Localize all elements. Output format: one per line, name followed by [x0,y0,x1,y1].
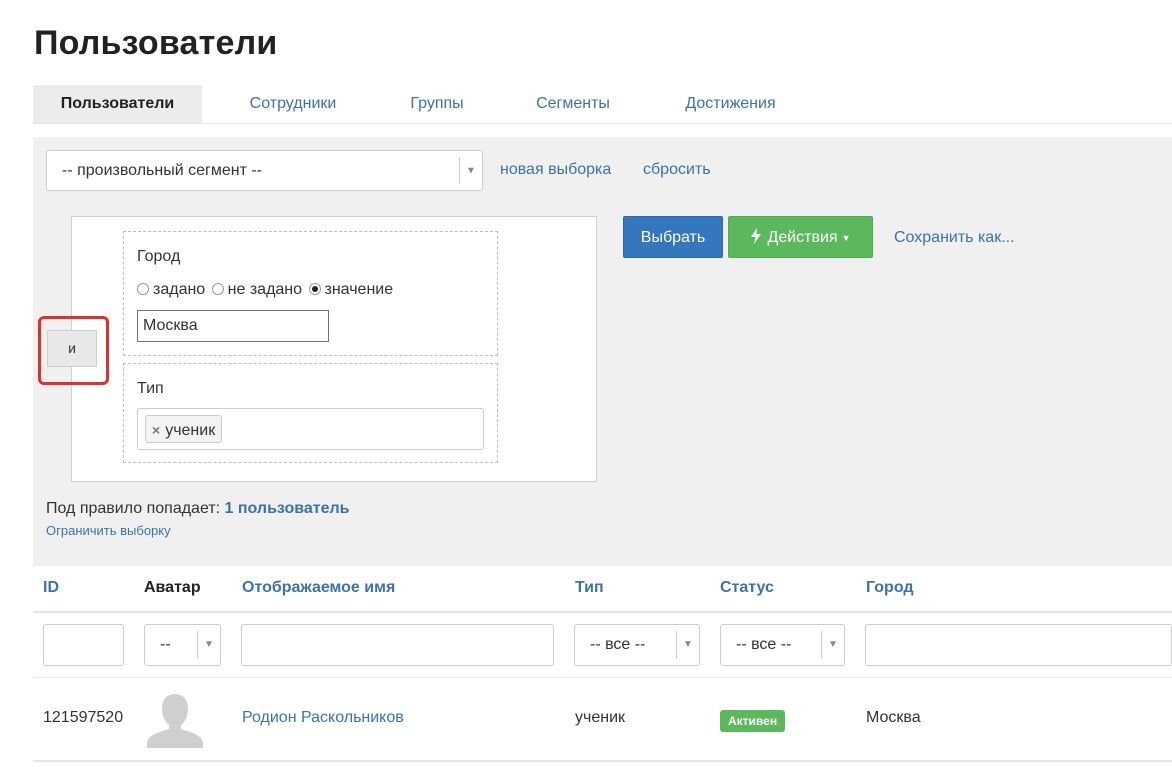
radio-option-value[interactable]: значение [308,281,394,298]
condition-city: Город задано не задано значение Москва [123,231,498,356]
type-tag: × ученик [145,415,223,443]
city-filter-input[interactable] [865,624,1172,666]
condition-type: Тип × ученик [123,363,498,463]
match-count-prefix: Под правило попадает: [46,500,221,517]
radio-label: значение [324,281,394,298]
status-filter-value: -- все -- [736,636,792,653]
row-divider [33,760,1172,762]
radio-label: не задано [227,281,303,298]
radio-option-set[interactable]: задано [137,281,205,298]
cell-type: ученик [575,709,626,726]
column-header-avatar: Аватар [144,579,201,596]
id-filter-input[interactable] [43,624,124,666]
page-title: Пользователи [34,24,278,62]
cell-user-name-link[interactable]: Родион Раскольников [242,709,404,727]
filter-panel: -- произвольный сегмент -- ▼ новая выбор… [33,137,1172,566]
user-avatar-placeholder-icon [147,694,203,748]
segment-select-value: -- произвольный сегмент -- [62,162,262,179]
reset-link[interactable]: сбросить [643,161,711,179]
radio-checked-icon [308,283,321,295]
radio-option-not-set[interactable]: не задано [211,281,303,298]
row-divider [33,677,1172,678]
cell-id: 121597520 [43,709,124,726]
tab-users[interactable]: Пользователи [33,85,202,123]
remove-tag-icon[interactable]: × [152,422,160,438]
tab-groups[interactable]: Группы [383,85,491,123]
tag-label: ученик [165,422,216,439]
segment-select[interactable]: -- произвольный сегмент -- ▼ [46,150,483,191]
actions-label: Действия [767,229,838,246]
condition-city-label: Город [137,248,181,265]
highlight-annotation [38,316,109,385]
column-header-city[interactable]: Город [866,579,914,597]
status-filter-select[interactable]: -- все -- ▼ [720,624,845,666]
caret-down-icon: ▼ [841,233,851,243]
status-badge: Активен [720,710,786,732]
lightning-icon [751,228,762,244]
radio-icon [137,283,149,295]
save-as-link[interactable]: Сохранить как... [894,229,1015,247]
city-value-input[interactable]: Москва [137,310,329,342]
name-filter-input[interactable] [241,624,554,666]
chevron-down-icon: ▼ [821,631,844,659]
city-radio-group: задано не задано значение [137,281,395,299]
tab-achievements[interactable]: Достижения [663,85,798,123]
type-tag-input[interactable]: × ученик [137,408,484,450]
radio-label: задано [153,281,206,298]
tab-employees[interactable]: Сотрудники [223,85,363,123]
chevron-down-icon: ▼ [459,157,482,184]
column-header-status[interactable]: Статус [720,579,774,597]
header-divider [33,611,1172,613]
avatar-filter-select[interactable]: -- ▼ [144,624,221,666]
match-count-link[interactable]: 1 пользователь [225,500,350,517]
chevron-down-icon: ▼ [197,631,220,659]
new-selection-link[interactable]: новая выборка [500,161,611,179]
type-filter-value: -- все -- [590,636,646,653]
rule-box: Город задано не задано значение Москва Т… [71,216,597,482]
match-count-text: Под правило попадает: 1 пользователь [46,500,350,518]
radio-icon [211,283,224,295]
select-button[interactable]: Выбрать [623,216,723,258]
tab-bar: Пользователи Сотрудники Группы Сегменты … [33,85,1172,124]
column-header-id[interactable]: ID [43,579,59,597]
actions-button[interactable]: Действия ▼ [728,216,873,258]
cell-city: Москва [866,709,921,726]
type-filter-select[interactable]: -- все -- ▼ [574,624,700,666]
column-header-name[interactable]: Отображаемое имя [242,579,395,597]
limit-selection-link[interactable]: Ограничить выборку [46,523,171,538]
tab-segments[interactable]: Сегменты [513,85,633,123]
chevron-down-icon: ▼ [676,631,699,659]
avatar-filter-value: -- [160,636,171,653]
condition-type-label: Тип [137,380,164,397]
column-header-type[interactable]: Тип [575,579,604,597]
